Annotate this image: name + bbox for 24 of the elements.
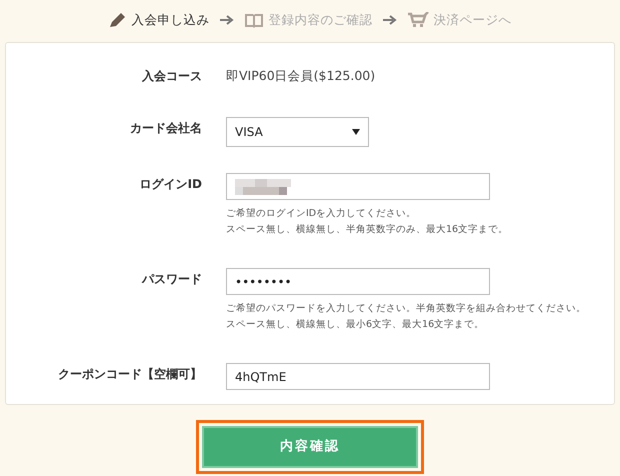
cart-icon bbox=[406, 12, 428, 28]
step-label: 登録内容のご確認 bbox=[268, 10, 372, 29]
field-label: 入会コース bbox=[141, 68, 202, 85]
help-text: スペース無し、横線無し、最小6文字、最大16文字まで。 bbox=[226, 318, 486, 332]
field-label: パスワード bbox=[140, 271, 202, 288]
field-label: カード会社名 bbox=[129, 120, 202, 137]
help-text: ご希望のログインIDを入力してください。 bbox=[226, 207, 418, 221]
help-text: スペース無し、横線無し、半角英数字のみ、最大16文字まで。 bbox=[226, 223, 508, 237]
arrow-icon bbox=[220, 15, 234, 25]
pencil-icon bbox=[108, 12, 126, 28]
input-field[interactable]: 4hQTmE bbox=[226, 363, 490, 390]
step-label: 入会申し込み bbox=[132, 10, 210, 29]
input-field[interactable]: •••••••• bbox=[226, 268, 490, 295]
help-text: ご希望のパスワードを入力してください。半角英数字を組み合わせてください。 bbox=[226, 302, 586, 316]
book-icon bbox=[244, 12, 264, 28]
step-label: 決済ページへ bbox=[434, 10, 512, 29]
arrow-icon bbox=[382, 15, 396, 25]
field-label: クーポンコード【空欄可】 bbox=[57, 366, 202, 383]
card-select[interactable]: VISA bbox=[226, 117, 369, 147]
caret-icon bbox=[352, 129, 360, 135]
input-field[interactable] bbox=[226, 173, 490, 200]
field-label: ログインID bbox=[138, 176, 202, 193]
redacted-drawing bbox=[235, 178, 291, 194]
course-value: 即VIP60日会員($125.00) bbox=[226, 68, 376, 83]
